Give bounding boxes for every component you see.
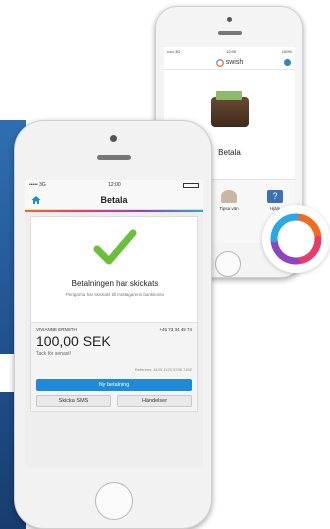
carrier-label: ••••• 3G (29, 182, 46, 188)
recipient-row: VIVIANNE ERNSTH +46 73 34 45 74 (31, 323, 197, 332)
nav-title: Betala (100, 194, 128, 205)
front-phone-screen: ••••• 3G 12:00 Betala Betalningen har sk… (25, 180, 203, 468)
time-label: 12:00 (108, 182, 121, 188)
amount-label: 100,00 SEK (36, 333, 111, 349)
swish-ring-icon (270, 213, 322, 265)
speaker (218, 31, 242, 35)
events-button[interactable]: Händelser (117, 395, 192, 407)
status-bar: ••••• 3G 12:00 100% (164, 47, 295, 56)
nav-bar: Betala (25, 190, 203, 210)
confirmation-subtext: Pengarna har skickats till mottagarens b… (65, 292, 165, 297)
new-payment-button[interactable]: Ny betalning (36, 379, 192, 391)
camera (227, 17, 232, 22)
message-label: Tack för senast! (36, 351, 72, 357)
status-bar: ••••• 3G 12:00 (25, 180, 203, 190)
payment-details: VIVIANNE ERNSTH +46 73 34 45 74 100,00 S… (31, 322, 197, 411)
checkmark-icon (93, 229, 137, 265)
swish-ring-logo (262, 205, 330, 273)
speaker (97, 155, 131, 160)
confirmation-heading: Betalningen har skickats (71, 279, 159, 288)
help-icon: ? (267, 190, 283, 203)
receipt-card: Betalningen har skickats Pengarna har sk… (30, 216, 198, 412)
battery-icon (182, 182, 199, 188)
home-button[interactable] (215, 251, 241, 277)
home-button[interactable] (95, 482, 133, 520)
battery-label: 100% (281, 49, 292, 54)
accent-stripe (25, 210, 203, 212)
confirmation-area: Betalningen har skickats Pengarna har sk… (31, 217, 197, 322)
nav-bar: swish (164, 56, 295, 70)
swish-logo-icon (216, 58, 224, 67)
send-sms-button[interactable]: Skicka SMS (36, 395, 111, 407)
tile-label: Tipsa vän (219, 206, 239, 211)
add-friend-icon (221, 190, 237, 203)
home-icon[interactable] (31, 195, 41, 205)
logo-text: swish (225, 59, 244, 66)
tile-invite[interactable]: Tipsa vän (214, 190, 244, 211)
reference-label: Referens: 4109 1120 5796 7492 (134, 367, 192, 372)
front-phone: ••••• 3G 12:00 Betala Betalningen har sk… (14, 120, 212, 529)
time-label: 12:00 (226, 49, 237, 54)
wallet-icon[interactable] (211, 91, 249, 127)
recipient-phone: +46 73 34 45 74 (159, 327, 192, 332)
camera (110, 135, 117, 142)
carrier-label: ••••• 3G (167, 49, 181, 54)
gear-icon[interactable] (284, 59, 291, 66)
swish-logo: swish (216, 58, 244, 67)
recipient-name: VIVIANNE ERNSTH (36, 327, 77, 332)
